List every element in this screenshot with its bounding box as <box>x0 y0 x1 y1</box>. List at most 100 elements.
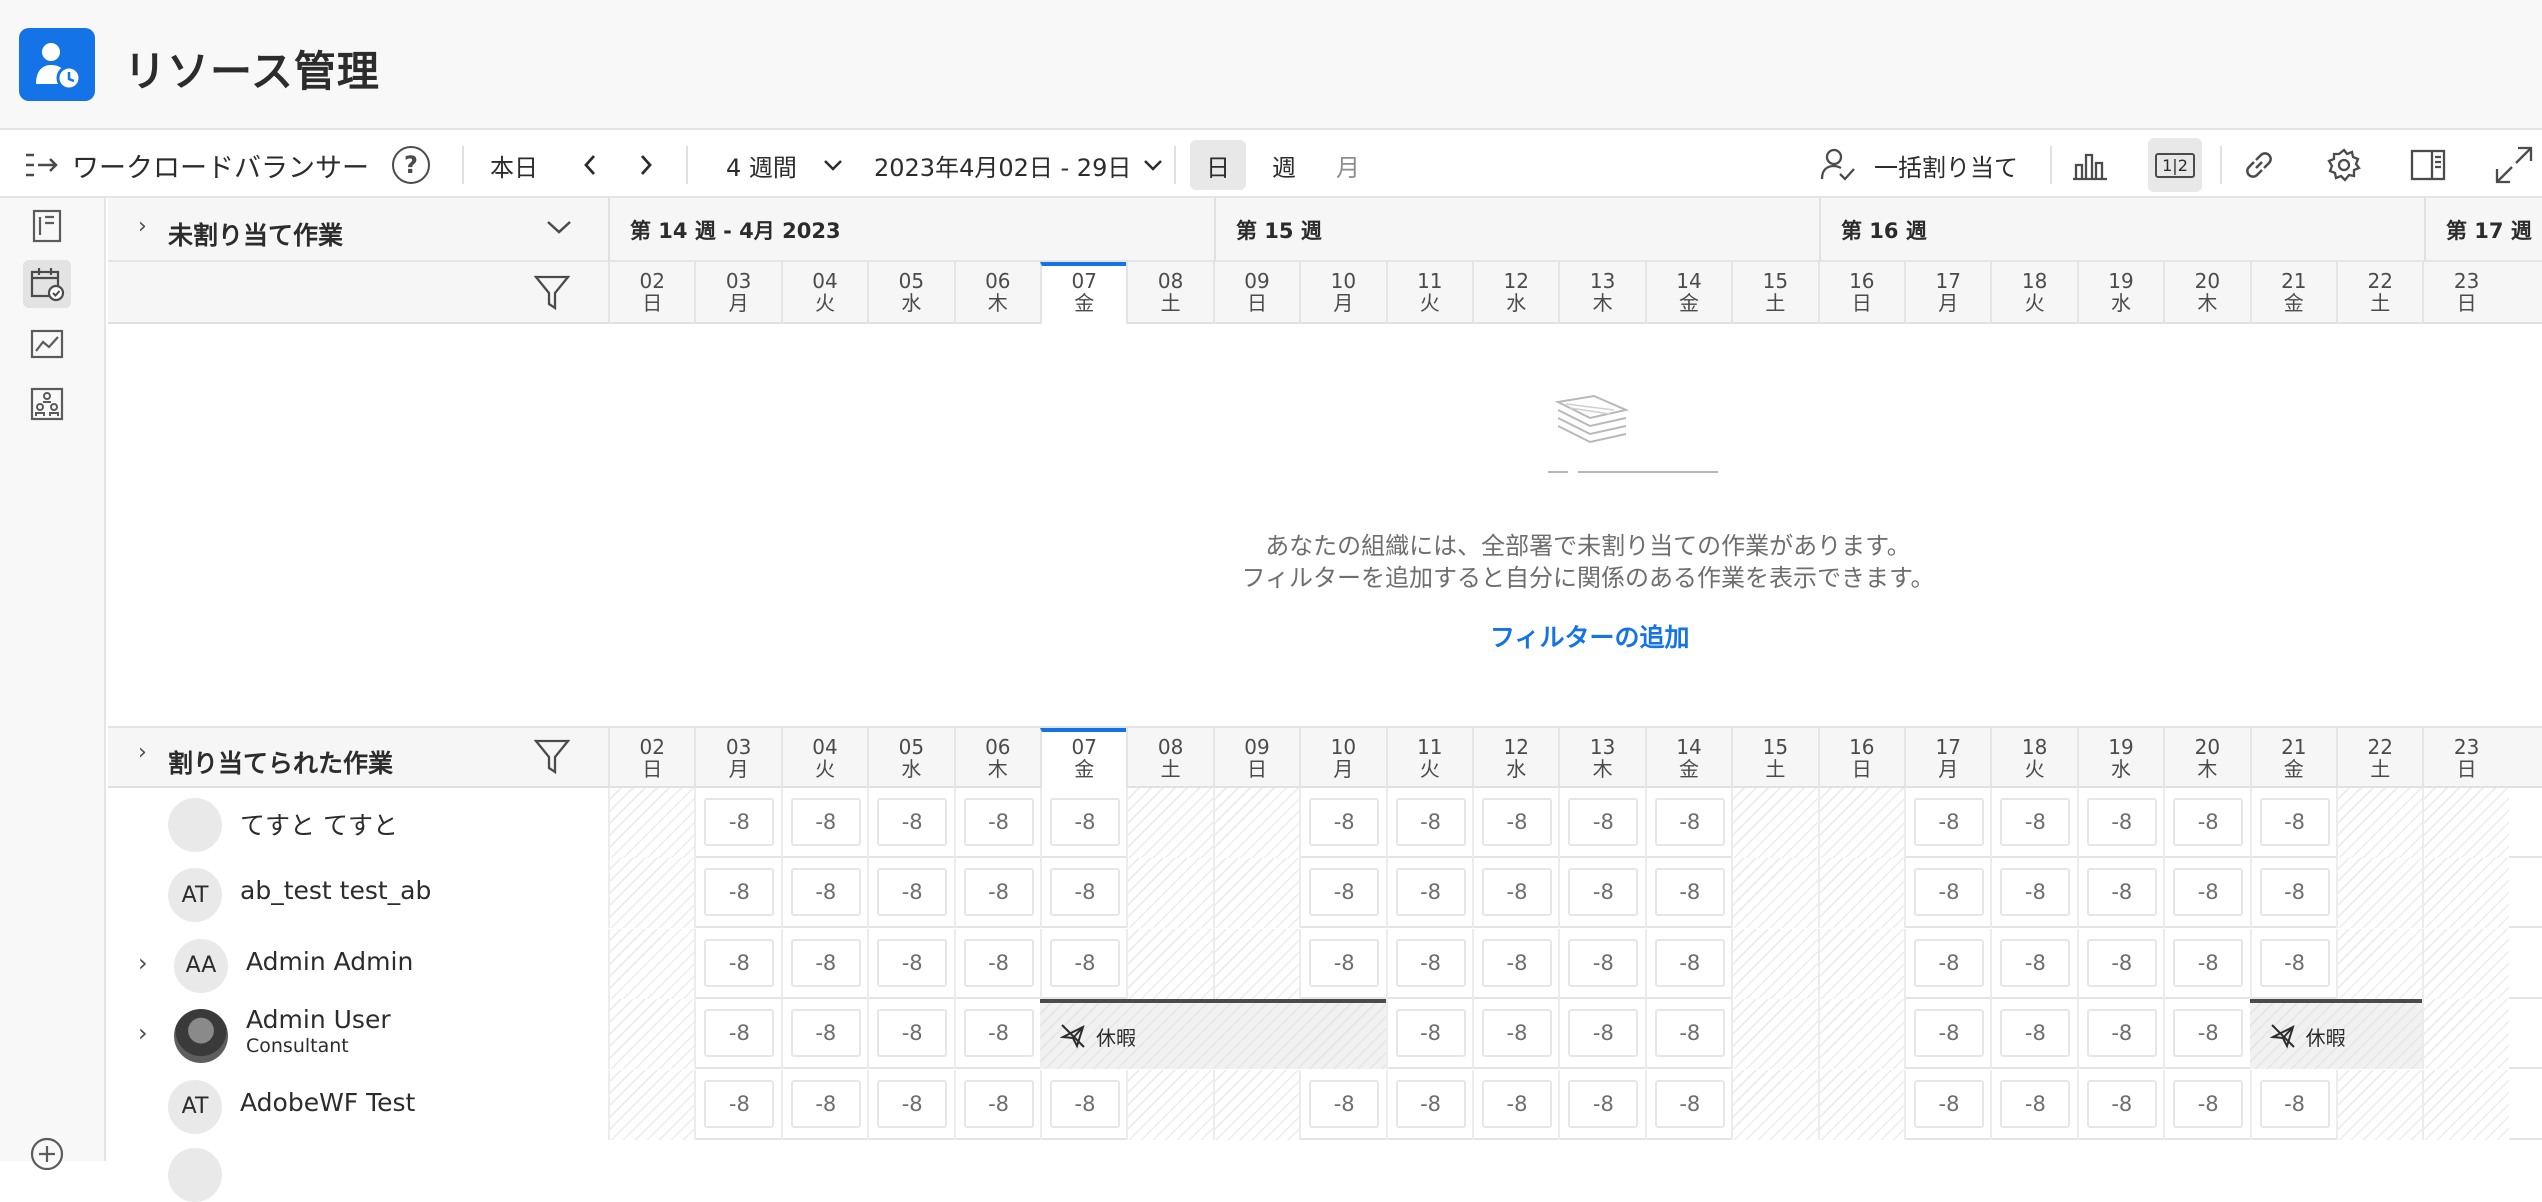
capacity-cell[interactable]: -8 <box>867 788 953 858</box>
capacity-cell[interactable]: -8 <box>1299 858 1385 929</box>
chart-view-button[interactable] <box>2072 132 2108 198</box>
expand-chevron-icon[interactable]: › <box>138 214 147 239</box>
side-panel-button[interactable] <box>2410 132 2446 198</box>
capacity-cell[interactable]: -8 <box>1558 788 1644 858</box>
capacity-cell[interactable]: -8 <box>1990 928 2076 999</box>
view-week-button[interactable]: 週 <box>1272 132 1296 198</box>
capacity-cell[interactable] <box>1817 999 1904 1070</box>
expand-chevron-icon[interactable]: › <box>138 740 147 765</box>
capacity-cell[interactable] <box>1731 788 1818 858</box>
capacity-cell[interactable]: -8 <box>1472 928 1558 999</box>
capacity-cell[interactable]: -8 <box>1472 858 1558 929</box>
today-button[interactable]: 本日 <box>490 132 538 198</box>
capacity-cell[interactable]: -8 <box>2076 1069 2163 1140</box>
capacity-cell[interactable] <box>1731 858 1818 929</box>
capacity-cell[interactable]: -8 <box>1040 928 1126 999</box>
next-period-button[interactable] <box>634 132 658 198</box>
expand-chevron-icon[interactable]: › <box>138 1019 148 1047</box>
capacity-cell[interactable]: -8 <box>2163 788 2249 858</box>
capacity-cell[interactable]: -8 <box>1558 1069 1644 1140</box>
capacity-cell[interactable]: -8 <box>1644 858 1731 929</box>
capacity-cell[interactable] <box>1817 1069 1904 1140</box>
capacity-cell[interactable]: -8 <box>2076 999 2163 1070</box>
capacity-cell[interactable]: -8 <box>694 858 780 929</box>
capacity-cell[interactable]: -8 <box>1472 788 1558 858</box>
capacity-cell[interactable]: -8 <box>1990 999 2076 1070</box>
capacity-cell[interactable]: -8 <box>1904 999 1990 1070</box>
capacity-cell[interactable]: -8 <box>1558 858 1644 929</box>
capacity-cell[interactable] <box>608 788 695 858</box>
bulk-assign-button[interactable]: 一括割り当て <box>1820 132 2018 198</box>
help-button[interactable]: ? <box>392 132 430 198</box>
capacity-cell[interactable]: -8 <box>2163 999 2249 1070</box>
capacity-cell[interactable]: -8 <box>953 858 1040 929</box>
capacity-cell[interactable] <box>608 1069 695 1140</box>
capacity-cell[interactable]: -8 <box>2163 1069 2249 1140</box>
capacity-cell[interactable]: -8 <box>1644 1069 1731 1140</box>
capacity-cell[interactable]: -8 <box>953 999 1040 1070</box>
capacity-cell[interactable]: -8 <box>867 1069 953 1140</box>
view-month-button[interactable]: 月 <box>1336 132 1360 198</box>
capacity-cell[interactable]: -8 <box>1385 858 1472 929</box>
capacity-cell[interactable]: -8 <box>1644 788 1731 858</box>
capacity-cell[interactable]: -8 <box>1904 1069 1990 1140</box>
rail-team-button[interactable] <box>23 380 71 428</box>
capacity-cell[interactable] <box>608 999 695 1070</box>
capacity-cell[interactable]: -8 <box>2076 928 2163 999</box>
capacity-cell[interactable] <box>1731 928 1818 999</box>
capacity-cell[interactable]: -8 <box>1558 928 1644 999</box>
capacity-cell[interactable] <box>1212 858 1300 929</box>
split-view-button[interactable]: 1|2 <box>2148 138 2202 192</box>
capacity-cell[interactable]: -8 <box>1040 858 1126 929</box>
assigned-filter-button[interactable] <box>533 738 571 780</box>
rail-projects-button[interactable] <box>23 202 71 250</box>
capacity-cell[interactable]: -8 <box>867 928 953 999</box>
capacity-cell[interactable]: -8 <box>780 999 867 1070</box>
add-filter-link[interactable]: フィルターの追加 <box>1490 618 1690 654</box>
expand-chevron-icon[interactable]: › <box>138 949 148 977</box>
capacity-cell[interactable] <box>1731 1069 1818 1140</box>
collapse-section-button[interactable] <box>546 218 572 240</box>
capacity-cell[interactable]: -8 <box>867 858 953 929</box>
rail-analytics-button[interactable] <box>23 320 71 368</box>
capacity-cell[interactable]: -8 <box>694 928 780 999</box>
capacity-cell[interactable] <box>1212 1069 1300 1140</box>
capacity-cell[interactable]: -8 <box>2249 928 2336 999</box>
capacity-cell[interactable]: -8 <box>1299 788 1385 858</box>
capacity-cell[interactable]: -8 <box>1385 788 1472 858</box>
capacity-cell[interactable]: -8 <box>1990 1069 2076 1140</box>
capacity-cell[interactable] <box>1126 858 1213 929</box>
capacity-cell[interactable]: -8 <box>1385 1069 1472 1140</box>
capacity-cell[interactable] <box>1731 999 1818 1070</box>
capacity-cell[interactable]: -8 <box>1904 788 1990 858</box>
capacity-cell[interactable] <box>608 858 695 929</box>
capacity-cell[interactable]: -8 <box>780 928 867 999</box>
capacity-cell[interactable]: -8 <box>1385 928 1472 999</box>
date-range-dropdown[interactable]: 2023年4月02日 - 29日 <box>874 132 1163 198</box>
capacity-cell[interactable]: -8 <box>2076 858 2163 929</box>
capacity-cell[interactable] <box>1126 1069 1213 1140</box>
capacity-cell[interactable]: -8 <box>953 788 1040 858</box>
capacity-cell[interactable] <box>2422 999 2509 1070</box>
capacity-cell[interactable] <box>1126 928 1213 999</box>
capacity-cell[interactable]: -8 <box>780 788 867 858</box>
capacity-cell[interactable] <box>2422 858 2509 929</box>
capacity-cell[interactable]: -8 <box>1990 858 2076 929</box>
capacity-cell[interactable]: -8 <box>1990 788 2076 858</box>
capacity-cell[interactable]: -8 <box>1040 1069 1126 1140</box>
capacity-cell[interactable]: -8 <box>2249 1069 2336 1140</box>
capacity-cell[interactable]: -8 <box>2249 788 2336 858</box>
capacity-cell[interactable]: -8 <box>953 1069 1040 1140</box>
prev-period-button[interactable] <box>578 132 602 198</box>
capacity-cell[interactable] <box>2336 1069 2423 1140</box>
capacity-cell[interactable] <box>1212 928 1300 999</box>
capacity-cell[interactable]: -8 <box>1472 999 1558 1070</box>
capacity-cell[interactable]: -8 <box>1385 999 1472 1070</box>
link-button[interactable] <box>2242 132 2276 198</box>
capacity-cell[interactable]: -8 <box>694 788 780 858</box>
capacity-cell[interactable] <box>2336 858 2423 929</box>
capacity-cell[interactable] <box>2422 928 2509 999</box>
capacity-cell[interactable]: -8 <box>1904 858 1990 929</box>
capacity-cell[interactable]: -8 <box>780 858 867 929</box>
capacity-cell[interactable]: -8 <box>867 999 953 1070</box>
